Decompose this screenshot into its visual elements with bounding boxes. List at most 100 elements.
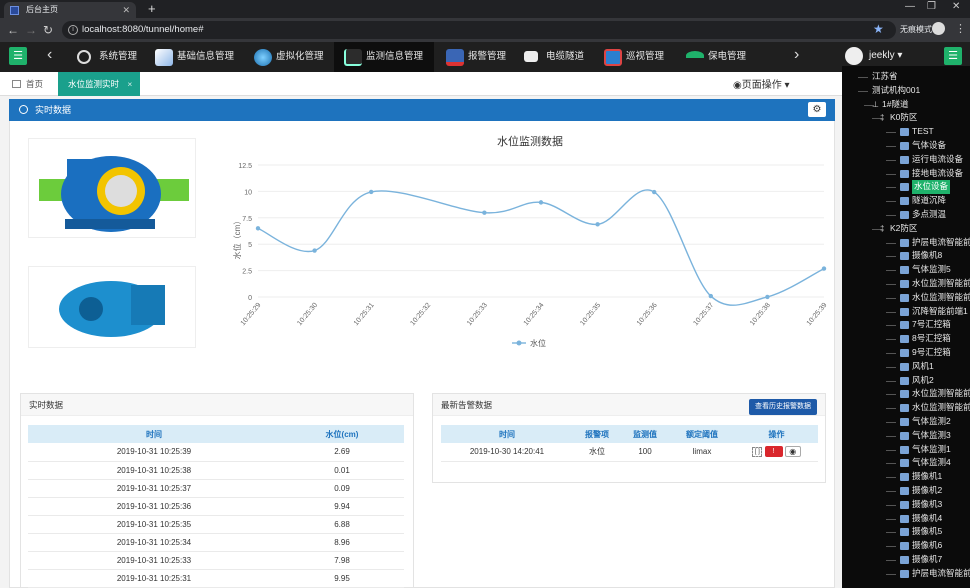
close-window-icon[interactable]: ✕ bbox=[952, 1, 960, 12]
view-history-alarm-button[interactable]: 查看历史报警数据 bbox=[749, 399, 817, 415]
bookmark-star-icon[interactable]: ★ bbox=[873, 22, 884, 36]
tree-node[interactable]: 9号汇控箱 bbox=[842, 346, 970, 360]
right-menu-toggle-icon[interactable]: ☰ bbox=[944, 47, 962, 65]
column-header[interactable]: 监测值 bbox=[621, 425, 669, 443]
tree-node[interactable]: ‡ K2防区 bbox=[842, 222, 970, 236]
reload-icon[interactable]: ↻ bbox=[43, 23, 53, 37]
tree-node[interactable]: 摄像机3 bbox=[842, 498, 970, 512]
nav-next-icon[interactable]: › bbox=[794, 46, 799, 64]
tree-node[interactable]: 水位监测智能前 bbox=[842, 291, 970, 305]
tree-node[interactable]: 气体监测1 bbox=[842, 443, 970, 457]
tree-node[interactable]: 气体监测2 bbox=[842, 415, 970, 429]
column-header[interactable]: 额定阈值 bbox=[669, 425, 735, 443]
info-icon[interactable]: i bbox=[68, 25, 78, 35]
view-eye-icon[interactable]: ◉ bbox=[784, 446, 801, 458]
chart-legend[interactable]: 水位 bbox=[512, 338, 546, 348]
close-tab-icon[interactable]: ✕ bbox=[122, 2, 130, 18]
device-icon bbox=[900, 238, 909, 247]
tree-node[interactable]: 江苏省 bbox=[842, 70, 970, 84]
alarm-value: 100 bbox=[621, 443, 669, 462]
tree-node[interactable]: 摄像机2 bbox=[842, 484, 970, 498]
expand-icon[interactable]: ‡ bbox=[880, 222, 884, 236]
tree-node[interactable]: 水位监测智能前 bbox=[842, 277, 970, 291]
time-cell: 2019-10-31 10:25:36 bbox=[28, 497, 280, 516]
tree-node[interactable]: 风机1 bbox=[842, 360, 970, 374]
tree-node-label: 气体监测5 bbox=[912, 264, 951, 275]
tree-node[interactable]: 接地电流设备 bbox=[842, 167, 970, 181]
tree-node[interactable]: 沉降智能前端1 bbox=[842, 305, 970, 319]
browser-tab[interactable]: 后台主页 ✕ bbox=[4, 2, 136, 18]
browser-menu-icon[interactable]: ⋮ bbox=[955, 22, 966, 35]
column-header[interactable]: 水位(cm) bbox=[280, 425, 404, 443]
device-icon bbox=[900, 569, 909, 578]
tree-node[interactable]: 气体监测5 bbox=[842, 263, 970, 277]
tree-node[interactable]: 水位监测智能前 bbox=[842, 387, 970, 401]
nav-item-alarm[interactable]: 报警管理 bbox=[446, 42, 506, 72]
back-icon[interactable]: ← bbox=[7, 23, 19, 37]
tree-node[interactable]: 气体设备 bbox=[842, 139, 970, 153]
tree-node[interactable]: 风机2 bbox=[842, 374, 970, 388]
tree-node[interactable]: 水位监测智能前 bbox=[842, 401, 970, 415]
locate-icon[interactable]: [ ] bbox=[752, 446, 763, 457]
tree-node[interactable]: 多点测温 bbox=[842, 208, 970, 222]
column-header[interactable]: 时间 bbox=[28, 425, 280, 443]
tree-connector bbox=[886, 352, 896, 354]
nav-item-patrol[interactable]: 巡视管理 bbox=[604, 42, 664, 72]
tree-node[interactable]: 7号汇控箱 bbox=[842, 318, 970, 332]
minimize-icon[interactable]: — bbox=[905, 1, 915, 12]
tree-node[interactable]: 测试机构001 bbox=[842, 84, 970, 98]
left-menu-toggle-icon[interactable]: ☰ bbox=[9, 47, 27, 65]
water-level-chart: 水位监测数据 水位（cm） 0 2.5 5 7.5 10 12.5 10:25:29 10:… bbox=[214, 128, 834, 378]
tree-node[interactable]: 隧道沉降 bbox=[842, 194, 970, 208]
tree-node[interactable]: 摄像机4 bbox=[842, 512, 970, 526]
tree-node[interactable]: 气体监测4 bbox=[842, 456, 970, 470]
new-tab-icon[interactable]: + bbox=[148, 1, 156, 16]
tree-node[interactable]: 摄像机8 bbox=[842, 249, 970, 263]
tree-node[interactable]: 运行电流设备 bbox=[842, 153, 970, 167]
tree-connector bbox=[886, 477, 896, 479]
table-row: 2019-10-31 10:25:36 9.94 bbox=[28, 497, 404, 516]
tree-node[interactable]: 护层电流智能前 bbox=[842, 567, 970, 581]
nav-prev-icon[interactable]: ‹ bbox=[47, 46, 52, 64]
column-header[interactable]: 时间 bbox=[441, 425, 573, 443]
tree-connector bbox=[886, 201, 896, 203]
incognito-icon[interactable] bbox=[932, 22, 945, 35]
column-header[interactable]: 报警项 bbox=[573, 425, 621, 443]
tree-node[interactable]: 摄像机7 bbox=[842, 553, 970, 567]
nav-item-monitoring[interactable]: 监测信息管理 bbox=[334, 42, 434, 72]
device-icon bbox=[900, 210, 909, 219]
expand-icon[interactable]: ‡ bbox=[880, 111, 884, 125]
close-tab-button[interactable]: × bbox=[127, 79, 132, 89]
patrol-icon bbox=[604, 49, 622, 66]
document-icon bbox=[155, 49, 173, 66]
expand-icon[interactable]: ⊥ bbox=[872, 98, 879, 112]
nav-item-system[interactable]: 系统管理 bbox=[77, 42, 137, 72]
tree-node[interactable]: ⊥ 1#隧道 bbox=[842, 98, 970, 112]
nav-item-basic-info[interactable]: 基础信息管理 bbox=[155, 42, 234, 72]
tab-home[interactable]: 首页 bbox=[12, 72, 43, 96]
nav-item-cable-tunnel[interactable]: 电缆隧道 bbox=[524, 42, 584, 72]
tree-node[interactable]: TEST bbox=[842, 125, 970, 139]
tree-node[interactable]: 摄像机1 bbox=[842, 470, 970, 484]
address-input[interactable]: i localhost:8080/tunnel/home# bbox=[62, 21, 896, 39]
page-operations-menu[interactable]: ◉页面操作 ▾ bbox=[733, 76, 790, 91]
tree-node[interactable]: 摄像机5 bbox=[842, 525, 970, 539]
user-menu[interactable]: jeekly ▾ bbox=[845, 46, 902, 66]
tree-node[interactable]: 8号汇控箱 bbox=[842, 332, 970, 346]
column-header[interactable]: 操作 bbox=[735, 425, 818, 443]
water-level-cell: 6.88 bbox=[280, 515, 404, 534]
tab-water-level-realtime[interactable]: 水位监测实时 × bbox=[58, 72, 140, 96]
tree-node[interactable]: 水位设备 bbox=[842, 180, 970, 195]
restore-icon[interactable]: ❐ bbox=[927, 1, 936, 12]
tree-node[interactable]: 护层电流智能前 bbox=[842, 236, 970, 250]
nav-item-virtualization[interactable]: 虚拟化管理 bbox=[254, 42, 324, 72]
nav-item-power-guarantee[interactable]: 保电管理 bbox=[686, 42, 746, 72]
alert-icon[interactable]: ! bbox=[764, 446, 783, 458]
panel-settings-button[interactable]: ⚙ bbox=[808, 102, 826, 117]
tree-node[interactable]: 气体监测3 bbox=[842, 429, 970, 443]
tree-node[interactable]: ‡ K0防区 bbox=[842, 111, 970, 125]
tree-node[interactable]: 摄像机6 bbox=[842, 539, 970, 553]
tree-connector bbox=[886, 449, 896, 451]
forward-icon[interactable]: → bbox=[25, 23, 37, 37]
table-row: 2019-10-31 10:25:31 9.95 bbox=[28, 569, 404, 588]
